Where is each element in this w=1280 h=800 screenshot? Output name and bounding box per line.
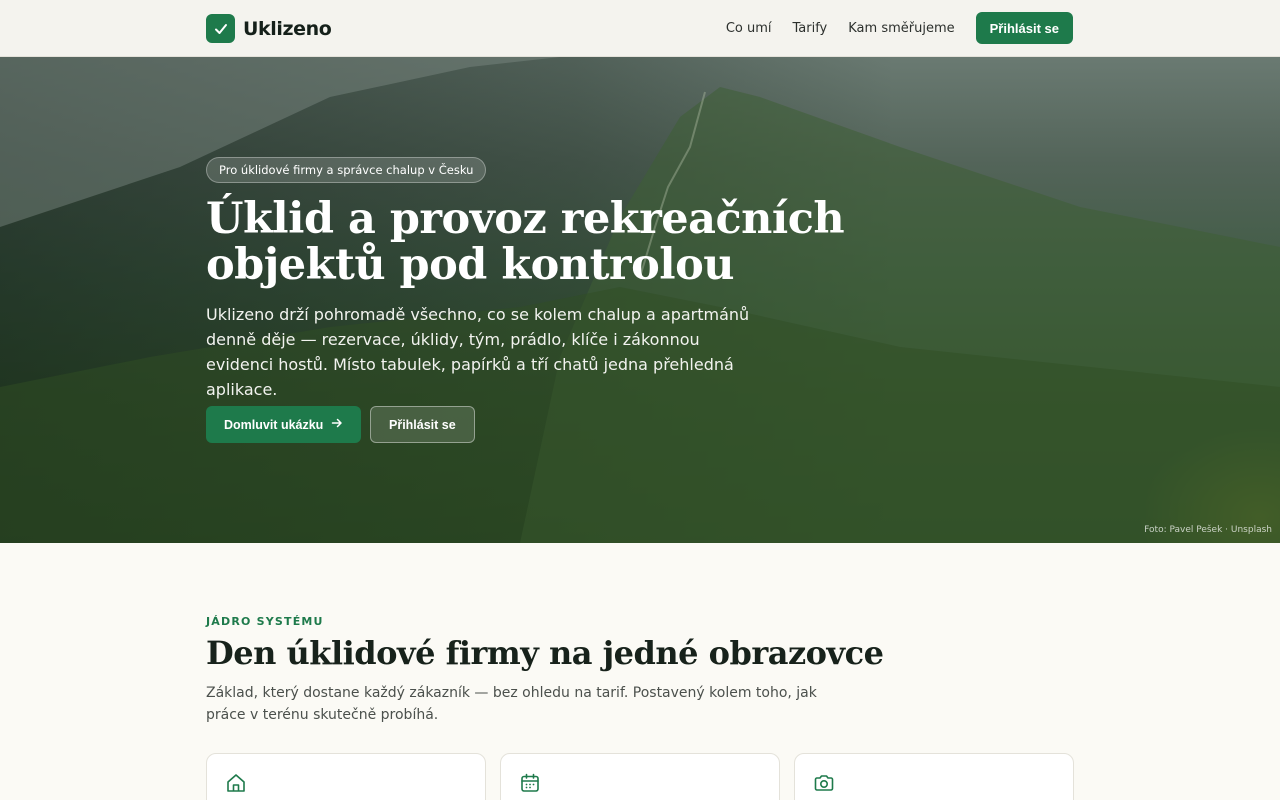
calendar-icon bbox=[519, 772, 541, 794]
book-demo-label: Domluvit ukázku bbox=[224, 417, 324, 432]
nav-link-co-umi[interactable]: Co umí bbox=[726, 21, 772, 36]
section-title: Den úklidové firmy na jedné obrazovce bbox=[206, 634, 884, 672]
feature-card bbox=[500, 753, 780, 800]
site-header: Uklizeno Co umí Tarify Kam směřujeme Při… bbox=[0, 0, 1280, 57]
hero-badge: Pro úklidové firmy a správce chalup v Če… bbox=[206, 157, 487, 183]
home-icon bbox=[225, 772, 247, 794]
logo-text: Uklizeno bbox=[243, 17, 332, 40]
main-nav: Co umí Tarify Kam směřujeme Přihlásit se bbox=[726, 12, 1073, 44]
hero-section: Pro úklidové firmy a správce chalup v Če… bbox=[0, 57, 1280, 543]
feature-card bbox=[206, 753, 486, 800]
arrow-right-icon bbox=[331, 417, 343, 432]
mountain-background-image bbox=[0, 57, 1280, 543]
section-description: Základ, který dostane každý zákazník — b… bbox=[206, 685, 817, 723]
hero-description: Uklizeno drží pohromadě všechno, co se k… bbox=[206, 305, 750, 399]
logo[interactable]: Uklizeno bbox=[206, 14, 332, 43]
checkmark-icon bbox=[206, 14, 235, 43]
hero-login-button[interactable]: Přihlásit se bbox=[370, 406, 475, 443]
nav-link-tarify[interactable]: Tarify bbox=[793, 21, 828, 36]
photo-credit: Foto: Pavel Pešek · Unsplash bbox=[1144, 525, 1272, 535]
header-login-button[interactable]: Přihlásit se bbox=[975, 12, 1073, 44]
feature-card bbox=[794, 753, 1074, 800]
section-eyebrow: JÁDRO SYSTÉMU bbox=[206, 615, 324, 628]
book-demo-button[interactable]: Domluvit ukázku bbox=[206, 406, 362, 443]
hero-title: Úklid a provoz rekreačních objektů pod k… bbox=[206, 194, 845, 290]
nav-link-kam-smerujeme[interactable]: Kam směřujeme bbox=[848, 21, 954, 36]
camera-icon bbox=[813, 772, 835, 794]
